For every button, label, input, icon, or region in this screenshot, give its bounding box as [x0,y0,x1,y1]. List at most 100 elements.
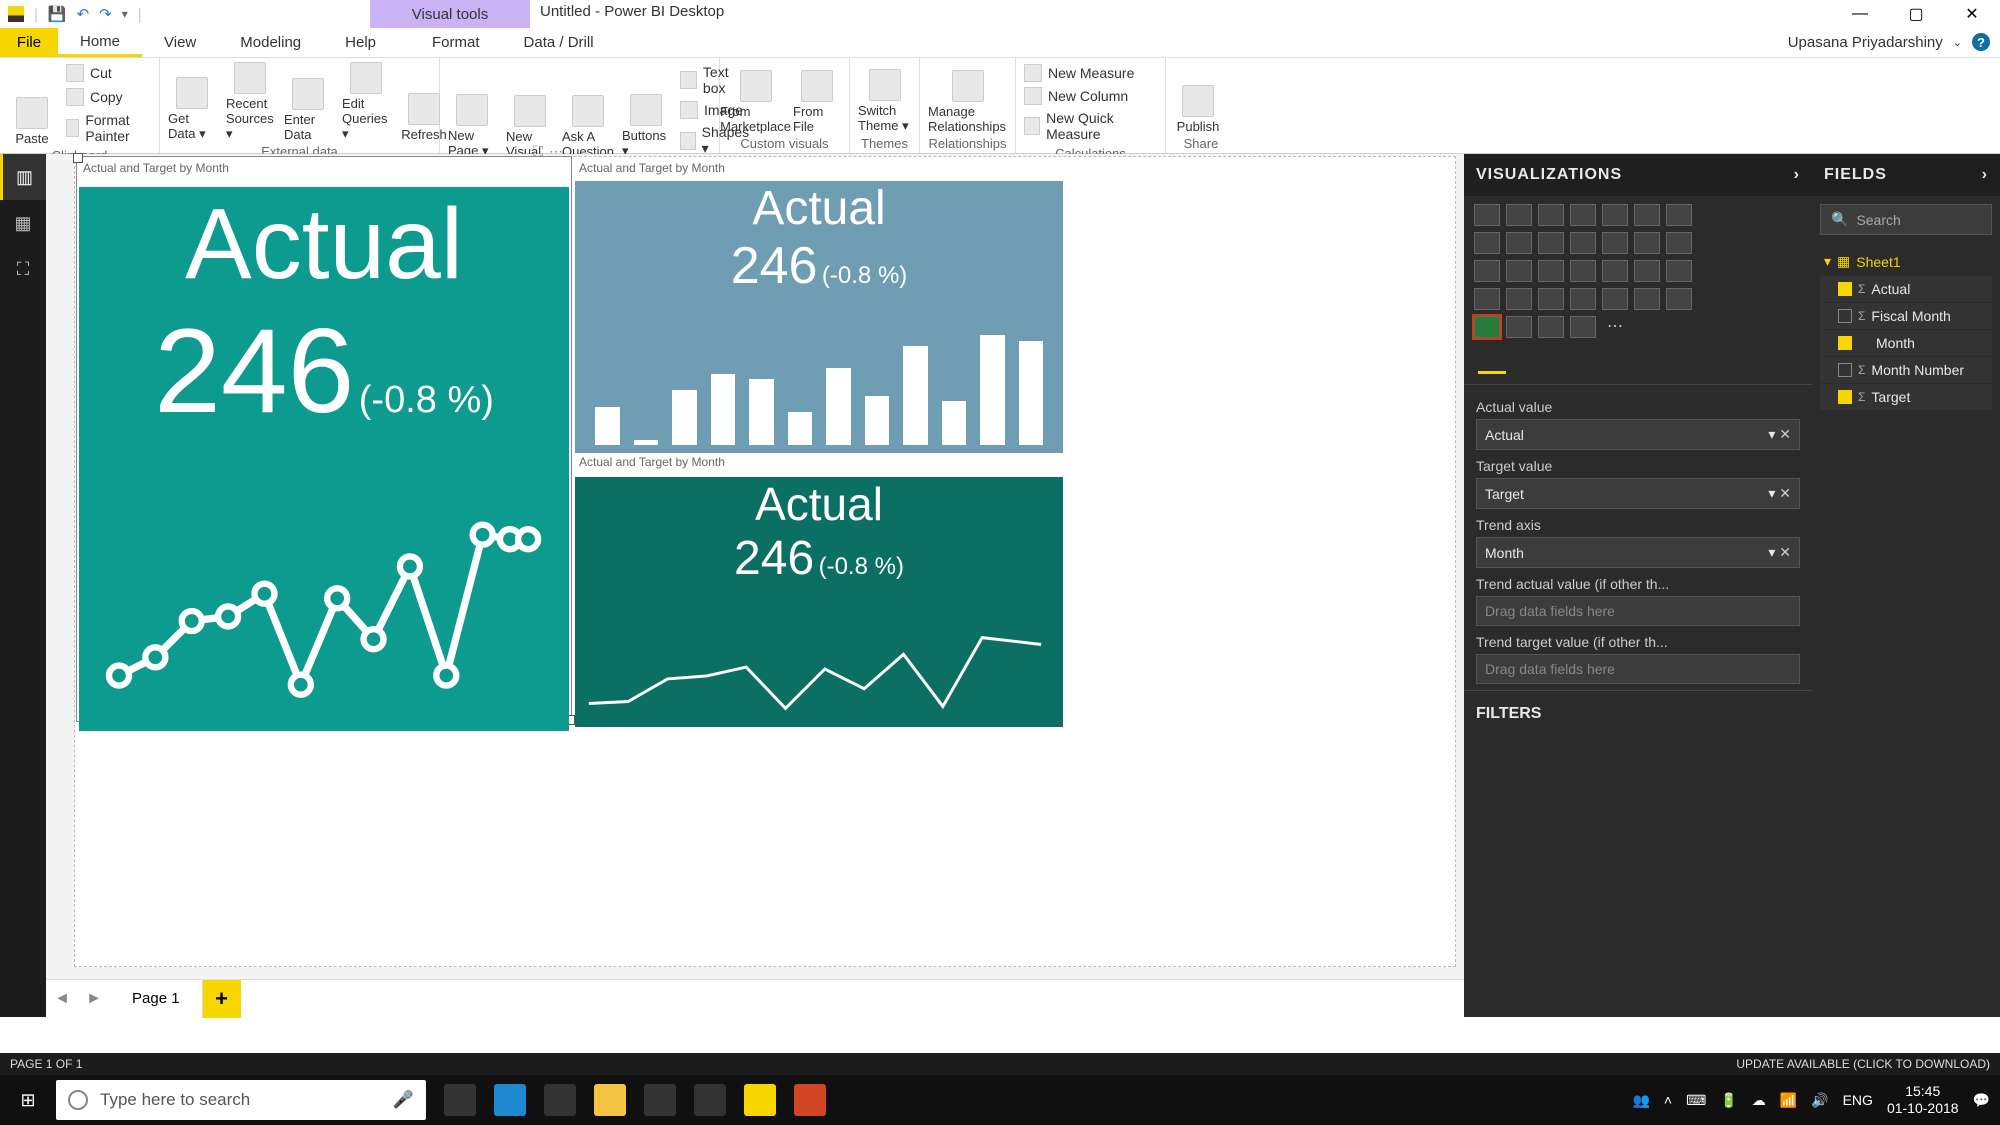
page-prev-button[interactable]: ◄ [46,990,78,1008]
stacked-column-icon[interactable] [1506,204,1532,226]
visual-tools-tab[interactable]: Visual tools [370,0,530,28]
volume-icon[interactable]: 🔊 [1811,1092,1828,1109]
card-icon[interactable] [1474,288,1500,310]
language-indicator[interactable]: ENG [1843,1092,1873,1108]
new-page-button[interactable]: New Page ▾ [448,62,496,159]
multi-row-card-icon[interactable] [1506,288,1532,310]
format-painter-button[interactable]: Format Painter [66,110,151,146]
fields-well-tab[interactable] [1478,352,1506,374]
clustered-column-icon[interactable] [1570,204,1596,226]
report-view-button[interactable]: ▥ [0,154,46,200]
new-quick-measure-button[interactable]: New Quick Measure [1024,108,1157,144]
new-measure-button[interactable]: New Measure [1024,62,1157,84]
stacked-area-icon[interactable] [1506,232,1532,254]
new-column-button[interactable]: New Column [1024,85,1157,107]
well-field[interactable]: Target▾ ✕ [1476,478,1800,509]
checkbox[interactable] [1838,336,1852,350]
onedrive-icon[interactable]: ☁ [1752,1092,1766,1109]
help-icon[interactable]: ? [1972,33,1990,51]
format-tab[interactable]: Format [410,28,502,57]
field-item[interactable]: ΣFiscal Month [1820,303,1992,329]
stacked-bar-icon[interactable] [1474,204,1500,226]
custom-kpi-visual-icon[interactable] [1474,316,1500,338]
fields-search[interactable]: 🔍Search [1820,204,1992,235]
remove-field-icon[interactable]: ✕ [1779,544,1791,560]
well-field[interactable]: Month▾ ✕ [1476,537,1800,568]
explorer-icon[interactable] [594,1084,626,1116]
more-options-icon[interactable]: ⋯ [549,143,563,160]
format-well-tab[interactable] [1532,352,1560,374]
treemap-icon[interactable] [1538,260,1564,282]
powerbi-taskbar-icon[interactable] [744,1084,776,1116]
copy-button[interactable]: Copy [66,86,151,108]
custom-visual-4-icon[interactable] [1570,316,1596,338]
minimize-button[interactable]: — [1832,0,1888,28]
stacked-bar-100-icon[interactable] [1602,204,1628,226]
mic-icon[interactable]: 🎤 [393,1090,414,1110]
well-field-empty[interactable]: Drag data fields here [1476,596,1800,626]
remove-field-icon[interactable]: ✕ [1779,485,1791,501]
more-visuals-icon[interactable]: ⋯ [1602,316,1628,338]
table-icon[interactable] [1602,288,1628,310]
kpi-visual-1[interactable]: ⛶⋯ Actual and Target by Month Actual 246… [79,159,569,719]
help-tab[interactable]: Help [323,28,398,57]
tray-chevron-icon[interactable]: ˄ [1664,1092,1672,1108]
undo-icon[interactable]: ↶ [77,5,90,23]
donut-chart-icon[interactable] [1506,260,1532,282]
store-icon[interactable] [544,1084,576,1116]
line-chart-icon[interactable] [1666,204,1692,226]
update-available[interactable]: UPDATE AVAILABLE (CLICK TO DOWNLOAD) [1736,1057,1990,1071]
checkbox[interactable] [1838,390,1852,404]
edit-queries-button[interactable]: Edit Queries ▾ [342,62,390,142]
maximize-button[interactable]: ▢ [1888,0,1944,28]
remove-field-icon[interactable]: ✕ [1779,426,1791,442]
taskbar-search[interactable]: Type here to search 🎤 [56,1080,426,1120]
analytics-well-tab[interactable] [1586,352,1614,374]
area-chart-icon[interactable] [1474,232,1500,254]
ask-question-button[interactable]: Ask A Question [564,62,612,159]
custom-visual-2-icon[interactable] [1506,316,1532,338]
save-icon[interactable]: 💾 [48,5,67,23]
slicer-icon[interactable] [1570,288,1596,310]
line-clustered-column-icon[interactable] [1570,232,1596,254]
mail-icon[interactable] [644,1084,676,1116]
keyboard-icon[interactable]: ⌨ [1686,1092,1706,1109]
qat-dropdown-icon[interactable]: ▾ [122,7,128,21]
close-button[interactable]: ✕ [1944,0,2000,28]
focus-mode-icon[interactable]: ⛶ [533,143,543,160]
wifi-icon[interactable]: 📶 [1780,1092,1797,1109]
user-name[interactable]: Upasana Priyadarshiny [1788,34,1943,51]
chrome-icon[interactable] [694,1084,726,1116]
filters-section[interactable]: FILTERS [1464,690,1812,737]
notifications-icon[interactable]: 💬 [1973,1092,1990,1109]
filled-map-icon[interactable] [1602,260,1628,282]
battery-icon[interactable]: 🔋 [1720,1092,1737,1109]
kpi-visual-2[interactable]: Actual and Target by Month Actual 246 (-… [575,159,1063,447]
chevron-down-icon[interactable]: ▾ [1768,544,1775,560]
custom-visual-3-icon[interactable] [1538,316,1564,338]
field-item[interactable]: ΣActual [1820,276,1992,302]
start-button[interactable]: ⊞ [0,1090,56,1111]
page-next-button[interactable]: ► [78,990,110,1008]
chevron-down-icon[interactable]: ▾ [1768,485,1775,501]
from-file-button[interactable]: From File [793,62,841,134]
model-view-button[interactable]: ⛶ [0,246,46,292]
report-canvas[interactable]: ⛶⋯ Actual and Target by Month Actual 246… [46,154,1464,1017]
people-icon[interactable]: 👥 [1632,1092,1649,1109]
manage-relationships-button[interactable]: Manage Relationships [928,62,1007,134]
field-item[interactable]: ΣTarget [1820,384,1992,410]
cut-button[interactable]: Cut [66,62,151,84]
recent-sources-button[interactable]: Recent Sources ▾ [226,62,274,142]
redo-icon[interactable]: ↷ [99,5,112,23]
expand-icon[interactable]: ▾ [1824,253,1831,270]
modeling-tab[interactable]: Modeling [218,28,323,57]
stacked-column-100-icon[interactable] [1634,204,1660,226]
user-chevron-icon[interactable]: ⌄ [1953,36,1962,49]
map-icon[interactable] [1570,260,1596,282]
from-marketplace-button[interactable]: From Marketplace [728,62,783,134]
collapse-icon[interactable]: › [1794,166,1800,184]
get-data-button[interactable]: Get Data ▾ [168,62,216,142]
kpi-icon[interactable] [1538,288,1564,310]
publish-button[interactable]: Publish [1174,62,1222,134]
enter-data-button[interactable]: Enter Data [284,62,332,142]
